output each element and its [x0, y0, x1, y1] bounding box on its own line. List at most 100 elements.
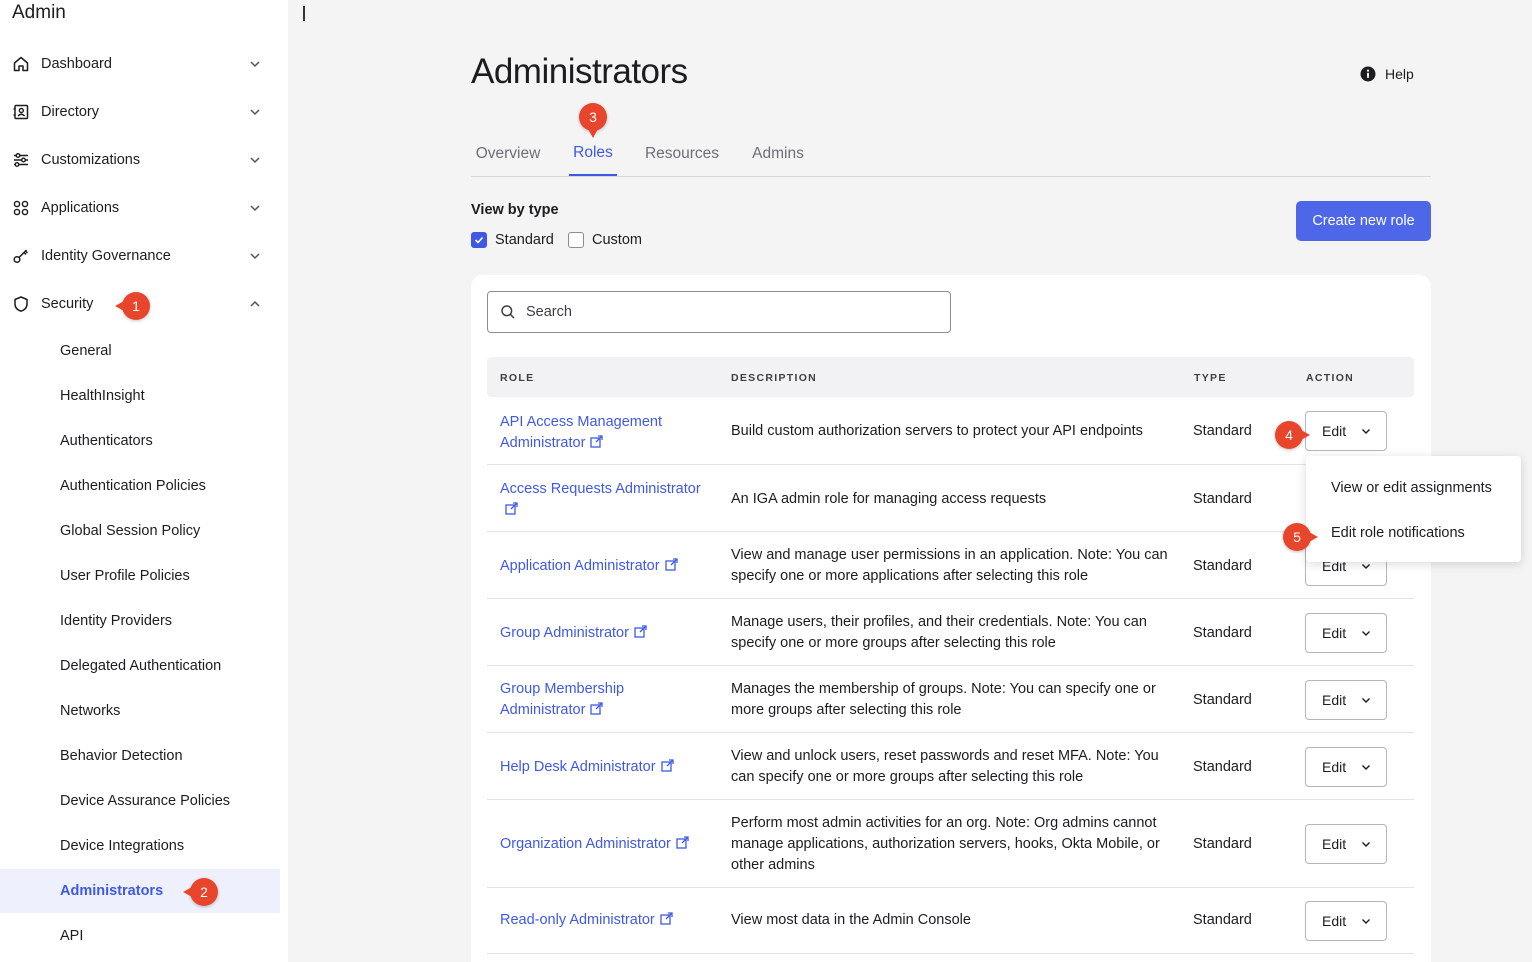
sidebar-subitem-device-assurance-policies[interactable]: Device Assurance Policies [0, 779, 280, 823]
sidebar-subitem-authentication-policies[interactable]: Authentication Policies [0, 464, 280, 508]
external-link-icon [660, 759, 674, 772]
role-link[interactable]: API Access Management Administrator [500, 412, 690, 454]
annotation-marker-5: 5 [1283, 523, 1318, 551]
annotation-marker-3: 3 [579, 103, 607, 138]
tab-resources[interactable]: Resources [641, 131, 723, 176]
role-link[interactable]: Read-only Administrator [500, 910, 720, 931]
sidebar-item-label: Identity Governance [41, 248, 171, 264]
role-link[interactable]: Organization Administrator [500, 834, 720, 855]
chevron-down-icon [250, 205, 260, 212]
sidebar-item-label: Directory [41, 104, 100, 120]
menu-item-edit-role-notifications[interactable]: Edit role notifications [1306, 511, 1521, 555]
table-row: Access Requests Administrator An IGA adm… [487, 465, 1414, 532]
roles-card: ROLE DESCRIPTION TYPE ACTION API Access … [471, 275, 1431, 962]
sidebar-subitem-identity-providers[interactable]: Identity Providers [0, 599, 280, 643]
shield-icon [12, 295, 30, 313]
role-type: Standard [1193, 836, 1252, 852]
sidebar-subitem-api[interactable]: API [0, 914, 280, 958]
text-cursor [303, 6, 305, 21]
sidebar-item-customizations[interactable]: Customizations [0, 140, 280, 180]
role-type: Standard [1193, 491, 1252, 507]
role-link[interactable]: Access Requests Administrator [500, 479, 715, 521]
sidebar-item-applications[interactable]: Applications [0, 188, 280, 228]
annotation-marker-2: 2 [183, 878, 218, 906]
role-description: An IGA admin role for managing access re… [731, 491, 1047, 507]
filter-standard-label: Standard [495, 232, 554, 248]
external-link-icon [634, 625, 647, 638]
role-type: Standard [1193, 912, 1252, 928]
help-link[interactable]: Help [1360, 66, 1414, 82]
sidebar-subitem-device-integrations[interactable]: Device Integrations [0, 824, 280, 868]
sidebar-subitem-administrators[interactable]: Administrators [0, 869, 280, 913]
edit-button[interactable]: Edit [1305, 613, 1387, 653]
menu-item-view-edit-assignments[interactable]: View or edit assignments [1306, 466, 1521, 510]
sidebar-subitem-networks[interactable]: Networks [0, 689, 280, 733]
chevron-down-icon [1362, 631, 1371, 636]
external-link-icon [505, 502, 518, 515]
checkbox-checked-icon[interactable] [471, 232, 487, 248]
chevron-down-icon [1362, 765, 1371, 770]
role-link[interactable]: Application Administrator [500, 556, 720, 577]
view-by-type-label: View by type [471, 202, 559, 218]
home-icon [12, 55, 30, 73]
filter-standard[interactable]: Standard [471, 232, 554, 248]
chevron-down-icon [250, 61, 260, 68]
sidebar-subitem-healthinsight[interactable]: HealthInsight [0, 374, 280, 418]
checkbox-unchecked-icon[interactable] [568, 232, 584, 248]
chevron-down-icon [1362, 429, 1371, 434]
annotation-marker-1: 1 [115, 292, 150, 320]
sidebar-subitem-authenticators[interactable]: Authenticators [0, 419, 280, 463]
edit-button[interactable]: Edit [1305, 680, 1387, 720]
sidebar-item-identity-governance[interactable]: Identity Governance [0, 236, 280, 276]
table-header: ROLE DESCRIPTION TYPE ACTION [487, 357, 1414, 397]
chevron-down-icon [1362, 919, 1371, 924]
sidebar-subitem-behavior-detection[interactable]: Behavior Detection [0, 734, 280, 778]
table-row: Organization Administrator Perform most … [487, 800, 1414, 888]
role-description: Perform most admin activities for an org… [731, 815, 1160, 873]
sidebar-subitem-general[interactable]: General [0, 329, 280, 373]
role-description: Build custom authorization servers to pr… [731, 423, 1143, 439]
chevron-down-icon [250, 253, 260, 260]
column-header-action: ACTION [1306, 372, 1355, 384]
chevron-down-icon [250, 157, 260, 164]
create-new-role-button[interactable]: Create new role [1296, 201, 1431, 241]
role-link[interactable]: Help Desk Administrator [500, 757, 720, 778]
sidebar-item-dashboard[interactable]: Dashboard [0, 44, 280, 84]
role-link[interactable]: Group Membership Administrator [500, 679, 660, 721]
tab-admins[interactable]: Admins [748, 131, 808, 176]
sidebar-item-directory[interactable]: Directory [0, 92, 280, 132]
edit-button[interactable]: Edit [1305, 824, 1387, 864]
edit-button[interactable]: Edit [1305, 901, 1387, 941]
external-link-icon [590, 702, 604, 715]
apps-grid-icon [12, 199, 30, 217]
sidebar-item-label: Customizations [41, 152, 141, 168]
search-input[interactable] [526, 304, 946, 320]
tab-overview[interactable]: Overview [471, 131, 545, 176]
edit-button[interactable]: Edit [1305, 747, 1387, 787]
table-row: Read-only Administrator View most data i… [487, 888, 1414, 954]
role-description: View and unlock users, reset passwords a… [731, 748, 1159, 785]
role-type: Standard [1193, 759, 1252, 775]
edit-button[interactable]: Edit [1305, 411, 1387, 451]
sidebar-subitem-delegated-authentication[interactable]: Delegated Authentication [0, 644, 280, 688]
role-link[interactable]: Group Administrator [500, 623, 720, 644]
annotation-marker-4: 4 [1275, 421, 1310, 449]
chevron-down-icon [1362, 842, 1371, 847]
column-header-role: ROLE [500, 372, 535, 384]
external-link-icon [660, 912, 673, 925]
role-type: Standard [1193, 558, 1252, 574]
external-link-icon [676, 836, 689, 849]
chevron-up-icon [250, 300, 260, 307]
search-box[interactable] [487, 291, 951, 333]
chevron-down-icon [250, 109, 260, 116]
external-link-icon [664, 558, 678, 571]
role-description: View most data in the Admin Console [731, 912, 971, 928]
sidebar-item-label: Dashboard [41, 56, 112, 72]
page-title: Administrators [471, 52, 688, 91]
sidebar-subitem-user-profile-policies[interactable]: User Profile Policies [0, 554, 280, 598]
sidebar-subitem-global-session-policy[interactable]: Global Session Policy [0, 509, 280, 553]
app-title: Admin [12, 2, 66, 23]
role-description: Manages the membership of groups. Note: … [731, 681, 1156, 718]
filter-custom[interactable]: Custom [568, 232, 642, 248]
tab-bar: Overview Roles Resources Admins [471, 131, 1431, 177]
